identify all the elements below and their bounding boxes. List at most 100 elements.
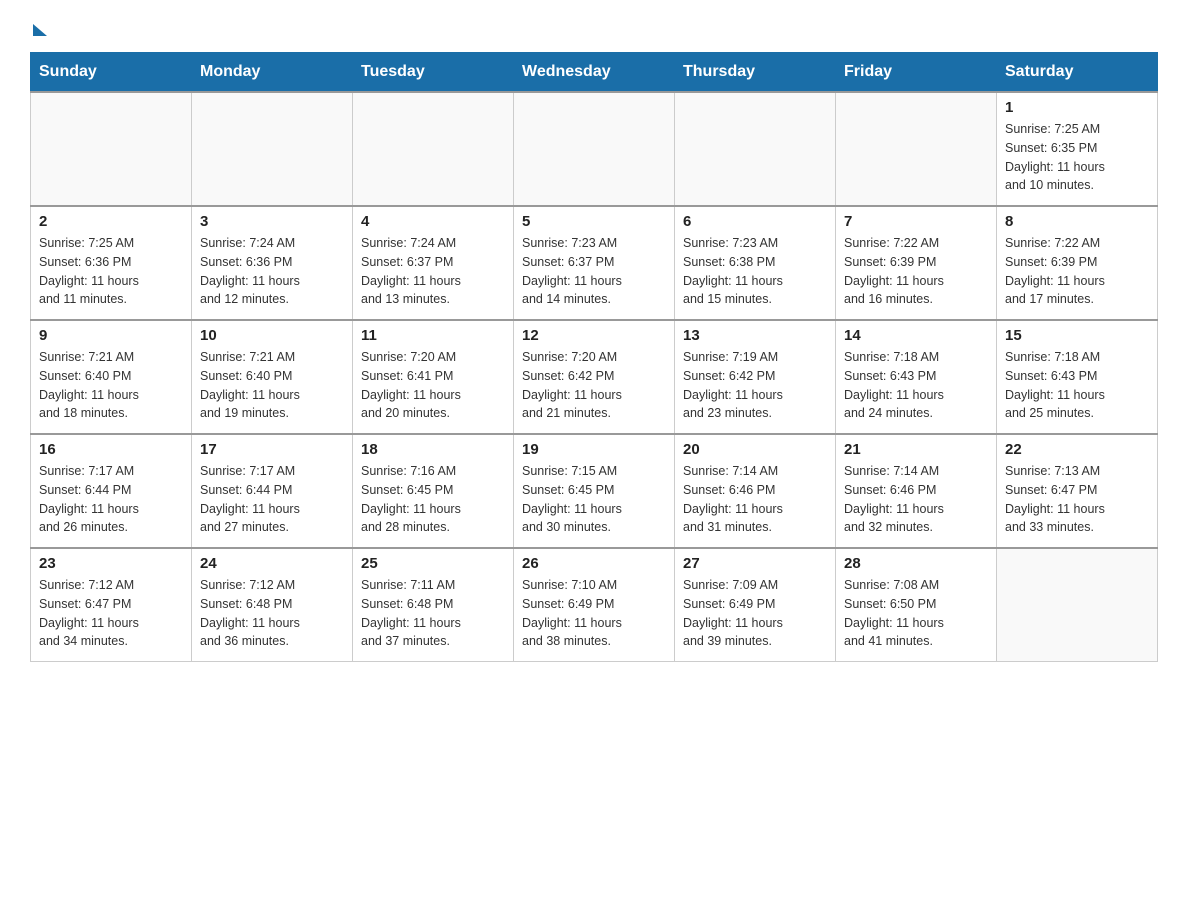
day-info: Sunrise: 7:15 AM Sunset: 6:45 PM Dayligh… (522, 462, 666, 537)
week-row-5: 23 Sunrise: 7:12 AM Sunset: 6:47 PM Dayli… (31, 548, 1158, 662)
calendar-cell: 3 Sunrise: 7:24 AM Sunset: 6:36 PM Daylig… (192, 206, 353, 320)
day-info: Sunrise: 7:21 AM Sunset: 6:40 PM Dayligh… (39, 348, 183, 423)
week-row-2: 2Sunrise: 7:25 AM Sunset: 6:36 PM Daylig… (31, 206, 1158, 320)
calendar-cell: 14 Sunrise: 7:18 AM Sunset: 6:43 PM Dayli… (836, 320, 997, 434)
day-number: 21 (844, 441, 988, 458)
day-info: Sunrise: 7:17 AM Sunset: 6:44 PM Dayligh… (39, 462, 183, 537)
calendar-cell: 10 Sunrise: 7:21 AM Sunset: 6:40 PM Dayli… (192, 320, 353, 434)
calendar-cell: 24 Sunrise: 7:12 AM Sunset: 6:48 PM Dayli… (192, 548, 353, 662)
day-info: Sunrise: 7:22 AM Sunset: 6:39 PM Dayligh… (844, 234, 988, 309)
day-number: 5 (522, 213, 666, 230)
calendar-cell: 5 Sunrise: 7:23 AM Sunset: 6:37 PM Daylig… (514, 206, 675, 320)
calendar-cell (997, 548, 1158, 662)
day-info: Sunrise: 7:20 AM Sunset: 6:42 PM Dayligh… (522, 348, 666, 423)
calendar-cell: 15 Sunrise: 7:18 AM Sunset: 6:43 PM Dayli… (997, 320, 1158, 434)
day-info: Sunrise: 7:23 AM Sunset: 6:38 PM Dayligh… (683, 234, 827, 309)
day-number: 19 (522, 441, 666, 458)
day-number: 12 (522, 327, 666, 344)
day-number: 13 (683, 327, 827, 344)
weekday-header-thursday: Thursday (675, 53, 836, 93)
calendar-cell: 13 Sunrise: 7:19 AM Sunset: 6:42 PM Dayli… (675, 320, 836, 434)
day-number: 10 (200, 327, 344, 344)
calendar-cell: 28 Sunrise: 7:08 AM Sunset: 6:50 PM Dayli… (836, 548, 997, 662)
day-number: 20 (683, 441, 827, 458)
day-info: Sunrise: 7:13 AM Sunset: 6:47 PM Dayligh… (1005, 462, 1149, 537)
calendar-table: SundayMondayTuesdayWednesdayThursdayFrid… (30, 52, 1158, 662)
day-number: 4 (361, 213, 505, 230)
week-row-4: 16 Sunrise: 7:17 AM Sunset: 6:44 PM Dayli… (31, 434, 1158, 548)
day-number: 23 (39, 555, 183, 572)
day-info: Sunrise: 7:23 AM Sunset: 6:37 PM Dayligh… (522, 234, 666, 309)
weekday-header-saturday: Saturday (997, 53, 1158, 93)
calendar-cell: 2Sunrise: 7:25 AM Sunset: 6:36 PM Daylig… (31, 206, 192, 320)
day-info: Sunrise: 7:22 AM Sunset: 6:39 PM Dayligh… (1005, 234, 1149, 309)
day-number: 3 (200, 213, 344, 230)
calendar-cell (514, 92, 675, 206)
day-info: Sunrise: 7:14 AM Sunset: 6:46 PM Dayligh… (844, 462, 988, 537)
weekday-header-tuesday: Tuesday (353, 53, 514, 93)
calendar-cell (31, 92, 192, 206)
logo-arrow-icon (33, 24, 47, 36)
day-number: 27 (683, 555, 827, 572)
calendar-cell: 12 Sunrise: 7:20 AM Sunset: 6:42 PM Dayli… (514, 320, 675, 434)
calendar-cell: 21 Sunrise: 7:14 AM Sunset: 6:46 PM Dayli… (836, 434, 997, 548)
day-number: 22 (1005, 441, 1149, 458)
day-number: 11 (361, 327, 505, 344)
weekday-header-friday: Friday (836, 53, 997, 93)
day-info: Sunrise: 7:08 AM Sunset: 6:50 PM Dayligh… (844, 576, 988, 651)
day-info: Sunrise: 7:24 AM Sunset: 6:37 PM Dayligh… (361, 234, 505, 309)
calendar-cell: 23 Sunrise: 7:12 AM Sunset: 6:47 PM Dayli… (31, 548, 192, 662)
calendar-cell: 27 Sunrise: 7:09 AM Sunset: 6:49 PM Dayli… (675, 548, 836, 662)
weekday-header-wednesday: Wednesday (514, 53, 675, 93)
page-header (30, 20, 1158, 32)
day-info: Sunrise: 7:14 AM Sunset: 6:46 PM Dayligh… (683, 462, 827, 537)
day-number: 8 (1005, 213, 1149, 230)
day-number: 24 (200, 555, 344, 572)
calendar-cell: 26Sunrise: 7:10 AM Sunset: 6:49 PM Dayli… (514, 548, 675, 662)
calendar-cell: 22 Sunrise: 7:13 AM Sunset: 6:47 PM Dayli… (997, 434, 1158, 548)
day-number: 25 (361, 555, 505, 572)
day-info: Sunrise: 7:09 AM Sunset: 6:49 PM Dayligh… (683, 576, 827, 651)
calendar-cell (192, 92, 353, 206)
day-number: 7 (844, 213, 988, 230)
calendar-cell: 20 Sunrise: 7:14 AM Sunset: 6:46 PM Dayli… (675, 434, 836, 548)
calendar-cell: 17Sunrise: 7:17 AM Sunset: 6:44 PM Dayli… (192, 434, 353, 548)
calendar-cell: 25 Sunrise: 7:11 AM Sunset: 6:48 PM Dayli… (353, 548, 514, 662)
day-info: Sunrise: 7:16 AM Sunset: 6:45 PM Dayligh… (361, 462, 505, 537)
logo (30, 20, 47, 32)
day-info: Sunrise: 7:21 AM Sunset: 6:40 PM Dayligh… (200, 348, 344, 423)
day-number: 17 (200, 441, 344, 458)
day-info: Sunrise: 7:20 AM Sunset: 6:41 PM Dayligh… (361, 348, 505, 423)
calendar-cell (675, 92, 836, 206)
week-row-1: 1 Sunrise: 7:25 AM Sunset: 6:35 PM Daylig… (31, 92, 1158, 206)
calendar-cell: 19 Sunrise: 7:15 AM Sunset: 6:45 PM Dayli… (514, 434, 675, 548)
week-row-3: 9Sunrise: 7:21 AM Sunset: 6:40 PM Daylig… (31, 320, 1158, 434)
day-info: Sunrise: 7:11 AM Sunset: 6:48 PM Dayligh… (361, 576, 505, 651)
day-number: 1 (1005, 99, 1149, 116)
calendar-cell: 11 Sunrise: 7:20 AM Sunset: 6:41 PM Dayli… (353, 320, 514, 434)
day-number: 26 (522, 555, 666, 572)
weekday-header-monday: Monday (192, 53, 353, 93)
day-info: Sunrise: 7:18 AM Sunset: 6:43 PM Dayligh… (844, 348, 988, 423)
calendar-cell: 7 Sunrise: 7:22 AM Sunset: 6:39 PM Daylig… (836, 206, 997, 320)
day-info: Sunrise: 7:12 AM Sunset: 6:48 PM Dayligh… (200, 576, 344, 651)
calendar-cell: 8 Sunrise: 7:22 AM Sunset: 6:39 PM Daylig… (997, 206, 1158, 320)
calendar-cell: 9Sunrise: 7:21 AM Sunset: 6:40 PM Daylig… (31, 320, 192, 434)
weekday-header-sunday: Sunday (31, 53, 192, 93)
calendar-cell: 4 Sunrise: 7:24 AM Sunset: 6:37 PM Daylig… (353, 206, 514, 320)
day-number: 16 (39, 441, 183, 458)
calendar-header-row: SundayMondayTuesdayWednesdayThursdayFrid… (31, 53, 1158, 93)
day-number: 6 (683, 213, 827, 230)
day-info: Sunrise: 7:19 AM Sunset: 6:42 PM Dayligh… (683, 348, 827, 423)
calendar-cell: 1 Sunrise: 7:25 AM Sunset: 6:35 PM Daylig… (997, 92, 1158, 206)
day-number: 28 (844, 555, 988, 572)
day-info: Sunrise: 7:24 AM Sunset: 6:36 PM Dayligh… (200, 234, 344, 309)
day-number: 15 (1005, 327, 1149, 344)
day-number: 18 (361, 441, 505, 458)
day-info: Sunrise: 7:12 AM Sunset: 6:47 PM Dayligh… (39, 576, 183, 651)
day-number: 14 (844, 327, 988, 344)
day-info: Sunrise: 7:18 AM Sunset: 6:43 PM Dayligh… (1005, 348, 1149, 423)
day-info: Sunrise: 7:25 AM Sunset: 6:35 PM Dayligh… (1005, 120, 1149, 195)
day-info: Sunrise: 7:25 AM Sunset: 6:36 PM Dayligh… (39, 234, 183, 309)
calendar-cell: 6 Sunrise: 7:23 AM Sunset: 6:38 PM Daylig… (675, 206, 836, 320)
